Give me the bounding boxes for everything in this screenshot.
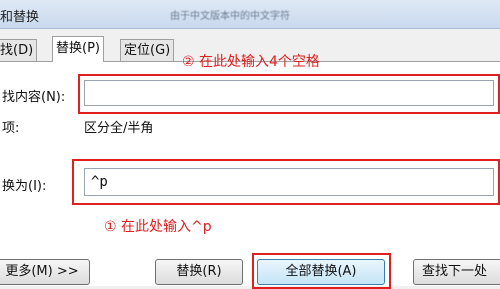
tab-replace[interactable]: 替换(P) [52, 36, 104, 62]
title-hint-text: 由于中文版本中的中文字符 [170, 11, 290, 22]
tab-goto[interactable]: 定位(G) [120, 39, 175, 61]
window-title: 和替换 [0, 10, 40, 25]
find-label: 找内容(N): [2, 90, 66, 105]
replace-all-button[interactable]: 全部替换(A) [257, 259, 385, 285]
options-value: 区分全/半角 [84, 121, 154, 136]
replace-button[interactable]: 替换(R) [155, 259, 243, 285]
find-next-button[interactable]: 查找下一处 [413, 259, 500, 285]
more-button[interactable]: 更多(M) >> [0, 259, 90, 285]
tab-find[interactable]: 找(D) [0, 39, 38, 61]
find-what-input[interactable] [84, 80, 494, 106]
annotation-find-note: ② 在此处输入4个空格 [182, 54, 320, 70]
annotation-replace-note: ① 在此处输入^p [104, 219, 212, 235]
replace-panel: ② 在此处输入4个空格 找内容(N): 项: 区分全/半角 换为(I): ① 在… [0, 54, 500, 289]
replace-with-input[interactable] [84, 168, 494, 196]
replace-label: 换为(I): [2, 179, 47, 194]
title-bar: 和替换 由于中文版本中的中文字符 [0, 0, 500, 29]
options-label: 项: [2, 121, 20, 136]
